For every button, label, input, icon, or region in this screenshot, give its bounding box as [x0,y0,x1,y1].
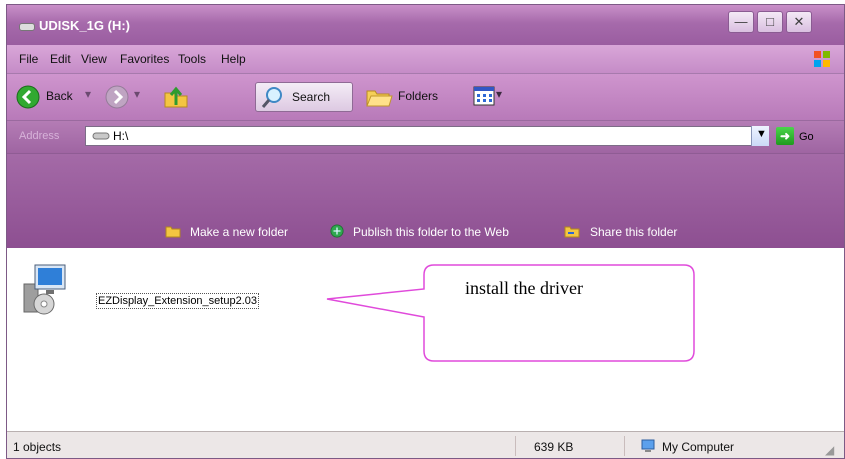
zone-text: My Computer [662,440,735,454]
back-arrow-icon[interactable] [16,85,40,109]
make-new-folder-link[interactable]: Make a new folder [190,225,288,239]
windows-logo-icon [814,51,830,67]
menu-file[interactable]: File [19,52,38,66]
maximize-icon: □ [766,14,774,29]
status-divider [515,436,516,456]
menu-tools[interactable]: Tools [178,52,206,66]
new-folder-icon [165,226,181,238]
callout-bubble [326,264,695,362]
installer-icon [23,264,66,315]
go-button[interactable]: ➜ [776,127,794,145]
close-button[interactable]: ✕ [786,11,812,33]
minimize-icon: — [734,14,748,29]
file-name: EZDisplay_Extension_setup2.03 [96,293,259,309]
status-bar: 1 objects 639 KB My Computer ◢ [7,431,844,458]
share-folder-link[interactable]: Share this folder [590,225,677,239]
menu-view[interactable]: View [81,52,107,66]
back-dropdown-icon[interactable]: ▾ [85,87,91,101]
drive-small-icon [92,132,110,140]
address-bar: Address H:\ ▼ ➜ Go [7,121,844,154]
forward-arrow-icon[interactable] [105,85,129,109]
go-label[interactable]: Go [799,131,814,143]
forward-dropdown-icon[interactable]: ▾ [134,87,140,101]
object-count: 1 objects [13,440,62,454]
address-label: Address [19,130,60,142]
views-icon[interactable] [473,86,495,106]
address-dropdown-button[interactable]: ▼ [751,126,769,146]
resize-grip-icon[interactable]: ◢ [825,443,834,457]
share-folder-icon [564,226,580,238]
publish-folder-link[interactable]: Publish this folder to the Web [353,225,509,239]
search-label: Search [292,90,331,104]
folders-icon[interactable] [365,85,393,109]
menu-favorites[interactable]: Favorites [120,52,169,66]
back-button-label[interactable]: Back [46,89,73,103]
maximize-button[interactable]: □ [757,11,783,33]
my-computer-icon [641,439,655,452]
views-dropdown-icon[interactable]: ▾ [496,87,502,101]
status-divider [624,436,625,456]
window-title: UDISK_1G (H:) [39,18,131,33]
explorer-window: UDISK_1G (H:) — □ ✕ File Edit View Favor… [6,4,845,459]
minimize-button[interactable]: — [728,11,754,33]
title-bar[interactable]: UDISK_1G (H:) — □ ✕ [7,5,844,46]
callout-text: install the driver [465,278,583,298]
search-button[interactable]: Search [255,82,353,112]
chevron-down-icon: ▼ [756,128,767,140]
up-folder-icon[interactable] [162,83,190,111]
folders-label[interactable]: Folders [398,89,438,103]
menu-edit[interactable]: Edit [50,52,71,66]
standard-toolbar: Back ▾ ▾ Search Folders ▾ [7,74,844,121]
go-arrow-icon: ➜ [779,129,791,143]
task-strip: Make a new folder Publish this folder to… [7,154,844,249]
address-input[interactable]: H:\ [85,126,767,146]
drive-icon [19,23,35,31]
search-icon [261,87,282,108]
size-text: 639 KB [534,440,574,454]
publish-web-icon [330,224,344,238]
close-icon: ✕ [793,14,805,29]
menu-bar: File Edit View Favorites Tools Help [7,45,844,74]
file-list-area: EZDisplay_Extension_setup2.03 install th… [7,248,844,424]
address-value: H:\ [113,129,129,143]
menu-help[interactable]: Help [221,52,246,66]
